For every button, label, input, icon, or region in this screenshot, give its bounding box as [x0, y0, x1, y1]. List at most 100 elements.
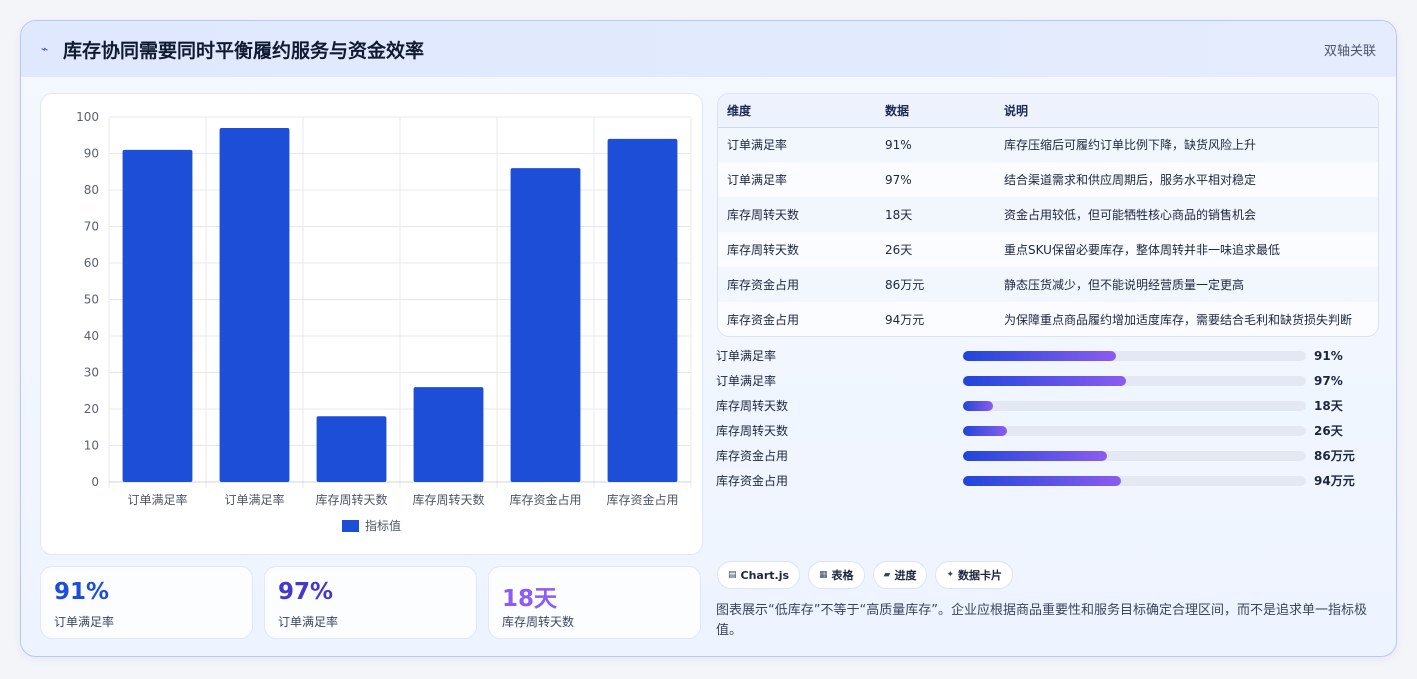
kpi-card-1: 91% 订单满足率	[40, 566, 253, 639]
y-tick-label: 20	[84, 402, 99, 416]
table-cell: 重点SKU保留必要库存，整体周转并非一味追求最低	[995, 232, 1378, 267]
table-cell: 库存资金占用	[718, 302, 876, 336]
x-tick-label: 库存资金占用	[606, 492, 678, 507]
x-tick-label: 订单满足率	[224, 492, 284, 507]
column-header: 数据	[876, 94, 995, 128]
table-cell: 库存压缩后可履约订单比例下降，缺货风险上升	[995, 127, 1378, 162]
legend-label: 指标值	[365, 518, 401, 533]
kpi-card-2: 97% 订单满足率	[264, 566, 477, 639]
progress-fill	[963, 401, 994, 411]
progress-track	[963, 451, 1306, 461]
kpi-value: 97%	[278, 579, 334, 605]
table-row: 库存资金占用 86万元 静态压货减少，但不能说明经营质量一定更高	[718, 267, 1378, 302]
kpi-label: 订单满足率	[54, 615, 115, 629]
table-cell: 18天	[876, 197, 995, 232]
progress-track	[963, 476, 1306, 486]
kpi-value: 18天	[502, 586, 558, 612]
bar	[510, 168, 581, 482]
x-tick-label: 库存周转天数	[315, 492, 387, 507]
dashboard-card: ⌁ 库存协同需要同时平衡履约服务与资金效率 双轴关联 0 10 20 30 40 50 60…	[20, 20, 1397, 657]
table-cell: 库存周转天数	[718, 197, 876, 232]
y-tick-label: 90	[84, 147, 99, 161]
chip-table[interactable]: ▦ 表格	[808, 561, 865, 589]
y-tick-label: 60	[84, 256, 99, 270]
progress-value: 26天	[1314, 424, 1343, 438]
progress-fill	[963, 476, 1121, 486]
progress-value: 86万元	[1314, 449, 1355, 463]
column-header: 说明	[995, 94, 1378, 128]
kpi-value: 91%	[54, 579, 110, 605]
table-header-row: 维度 数据 说明	[718, 94, 1378, 128]
progress-fill	[963, 451, 1108, 461]
table-cell: 订单满足率	[718, 162, 876, 197]
column-header: 维度	[718, 94, 876, 128]
progress-value: 97%	[1314, 374, 1343, 388]
bar-chart-panel: 0 10 20 30 40 50 60 70 80 90 100 订单满足率 订单满足率 库存周转天数 库存…	[40, 93, 703, 555]
table-row: 库存周转天数 26天 重点SKU保留必要库存，整体周转并非一味追求最低	[718, 232, 1378, 267]
table-row: 库存资金占用 94万元 为保障重点商品履约增加适度库存，需要结合毛利和缺货损失判…	[718, 302, 1378, 336]
progress-label: 订单满足率	[716, 349, 777, 363]
chip-chartjs[interactable]: ▤ Chart.js	[717, 561, 801, 589]
y-tick-label: 30	[84, 366, 99, 380]
table-cell: 结合渠道需求和供应周期后，服务水平相对稳定	[995, 162, 1378, 197]
table-cell: 86万元	[876, 267, 995, 302]
kpi-label: 库存周转天数	[502, 615, 575, 629]
table-row: 订单满足率 91% 库存压缩后可履约订单比例下降，缺货风险上升	[718, 127, 1378, 162]
bar	[316, 416, 387, 482]
chart-icon: ▤	[728, 570, 737, 580]
progress-icon: ▰	[883, 570, 891, 580]
table-cell: 资金占用较低，但可能牺牲核心商品的销售机会	[995, 197, 1378, 232]
progress-track	[963, 401, 1306, 411]
table-row: 订单满足率 97% 结合渠道需求和供应周期后，服务水平相对稳定	[718, 162, 1378, 197]
progress-label: 订单满足率	[716, 374, 777, 388]
y-tick-label: 70	[84, 220, 99, 234]
progress-row: 库存资金占用 86万元	[716, 448, 1366, 473]
table-cell: 为保障重点商品履约增加适度库存，需要结合毛利和缺货损失判断	[995, 302, 1378, 336]
table-cell: 91%	[876, 127, 995, 162]
progress-value: 91%	[1314, 349, 1343, 363]
y-tick-label: 0	[91, 475, 99, 489]
chip-progress[interactable]: ▰ 进度	[872, 561, 928, 589]
bar	[219, 127, 290, 482]
progress-fill	[963, 351, 1116, 361]
chip-label: 表格	[831, 569, 854, 582]
card-header: ⌁ 库存协同需要同时平衡履约服务与资金效率 双轴关联	[21, 21, 1396, 77]
bar	[122, 149, 193, 482]
progress-row: 订单满足率 91%	[716, 348, 1366, 373]
progress-track	[963, 351, 1306, 361]
x-tick-label: 订单满足率	[127, 492, 187, 507]
progress-label: 库存周转天数	[716, 424, 789, 438]
table-cell: 97%	[876, 162, 995, 197]
progress-value: 18天	[1314, 399, 1343, 413]
x-tick-label: 库存资金占用	[509, 492, 581, 507]
progress-row: 库存周转天数 26天	[716, 423, 1366, 448]
legend-swatch	[342, 520, 359, 532]
chip-label: Chart.js	[740, 568, 790, 582]
progress-fill	[963, 426, 1007, 436]
y-tick-label: 100	[76, 110, 99, 124]
progress-label: 库存资金占用	[716, 449, 789, 463]
progress-row: 订单满足率 97%	[716, 373, 1366, 398]
sparkle-icon: ✦	[946, 570, 955, 580]
table-row: 库存周转天数 18天 资金占用较低，但可能牺牲核心商品的销售机会	[718, 197, 1378, 232]
table-cell: 订单满足率	[718, 127, 876, 162]
chart-note: 图表展示“低库存”不等于“高质量库存”。企业应根据商品重要性和服务目标确定合理区…	[716, 603, 1367, 638]
progress-label: 库存资金占用	[716, 474, 789, 488]
progress-row: 库存资金占用 94万元	[716, 473, 1366, 498]
table-cell: 库存周转天数	[718, 232, 876, 267]
progress-value: 94万元	[1314, 474, 1355, 488]
chip-label: 数据卡片	[958, 569, 1003, 582]
trend-icon: ⌁	[41, 42, 49, 56]
bar-chart: 0 10 20 30 40 50 60 70 80 90 100 订单满足率 订单满足率 库存周转天数 库存…	[76, 110, 692, 533]
table-cell: 94万元	[876, 302, 995, 336]
progress-track	[963, 376, 1306, 386]
chip-data-card[interactable]: ✦ 数据卡片	[935, 561, 1014, 589]
bar	[413, 387, 484, 482]
table-cell: 库存资金占用	[718, 267, 876, 302]
progress-fill	[963, 376, 1126, 386]
chip-label: 进度	[894, 569, 917, 582]
header-tag: 双轴关联	[1323, 44, 1376, 59]
table-cell: 静态压货减少，但不能说明经营质量一定更高	[995, 267, 1378, 302]
page-title: 库存协同需要同时平衡履约服务与资金效率	[63, 40, 425, 62]
table-cell: 26天	[876, 232, 995, 267]
